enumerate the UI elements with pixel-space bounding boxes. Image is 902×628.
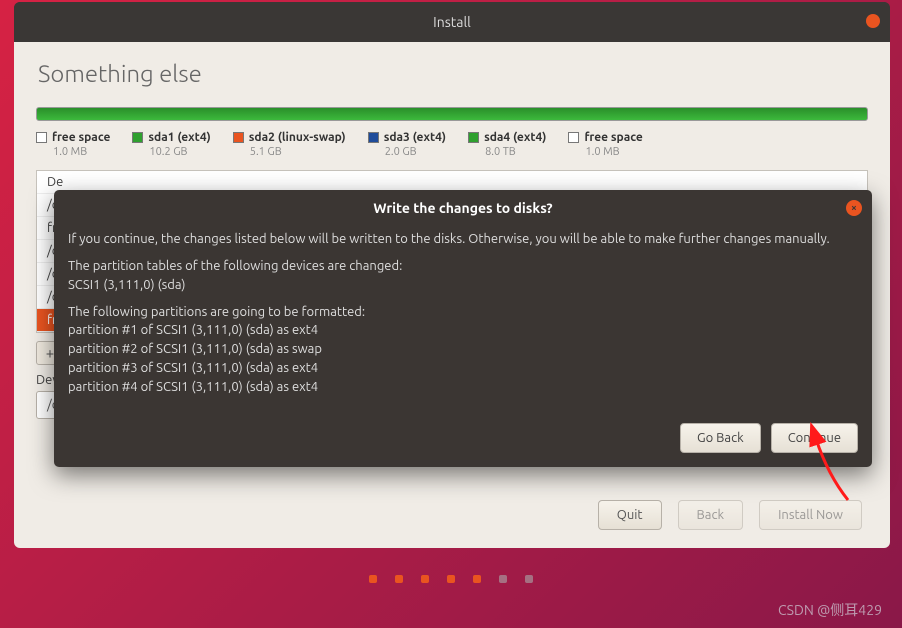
titlebar: Install: [14, 2, 890, 42]
tables-heading: The partition tables of the following de…: [68, 259, 402, 273]
confirm-dialog: Write the changes to disks? × If you con…: [54, 190, 872, 467]
dialog-intro: If you continue, the changes listed belo…: [68, 230, 858, 249]
legend-item: sda4 (ext4)8.0 TB: [468, 131, 546, 158]
dot: [421, 575, 429, 583]
dialog-body: If you continue, the changes listed belo…: [54, 226, 872, 415]
format-list: partition #1 of SCSI1 (3,111,0) (sda) as…: [68, 323, 322, 394]
close-icon[interactable]: ×: [846, 200, 862, 216]
footer-buttons: Quit Back Install Now: [598, 500, 862, 530]
dot: [525, 575, 533, 583]
dot: [395, 575, 403, 583]
page-title: Something else: [14, 42, 890, 101]
install-now-button[interactable]: Install Now: [759, 500, 862, 530]
dialog-buttons: Go Back Continue: [54, 415, 872, 467]
step-dots: [0, 575, 902, 583]
dot: [499, 575, 507, 583]
dialog-title-text: Write the changes to disks?: [373, 200, 552, 216]
legend-item: free space1.0 MB: [36, 131, 110, 158]
partition-legend: free space1.0 MB sda1 (ext4)10.2 GB sda2 (…: [14, 125, 890, 168]
legend-item: sda2 (linux-swap)5.1 GB: [233, 131, 346, 158]
quit-button[interactable]: Quit: [598, 500, 662, 530]
dot: [369, 575, 377, 583]
window-title: Install: [433, 14, 471, 30]
legend-item: sda1 (ext4)10.2 GB: [132, 131, 210, 158]
format-heading: The following partitions are going to be…: [68, 305, 365, 319]
close-icon[interactable]: [866, 14, 880, 28]
disk-usage-bar: [36, 107, 868, 121]
back-button[interactable]: Back: [678, 500, 744, 530]
dialog-title: Write the changes to disks? ×: [54, 190, 872, 226]
tables-list: SCSI1 (3,111,0) (sda): [68, 278, 186, 292]
dot: [473, 575, 481, 583]
dot: [447, 575, 455, 583]
legend-item: sda3 (ext4)2.0 GB: [368, 131, 446, 158]
watermark: CSDN @侧耳429: [778, 600, 882, 620]
go-back-button[interactable]: Go Back: [680, 423, 761, 453]
legend-item: free space1.0 MB: [568, 131, 642, 158]
continue-button[interactable]: Continue: [771, 423, 858, 453]
